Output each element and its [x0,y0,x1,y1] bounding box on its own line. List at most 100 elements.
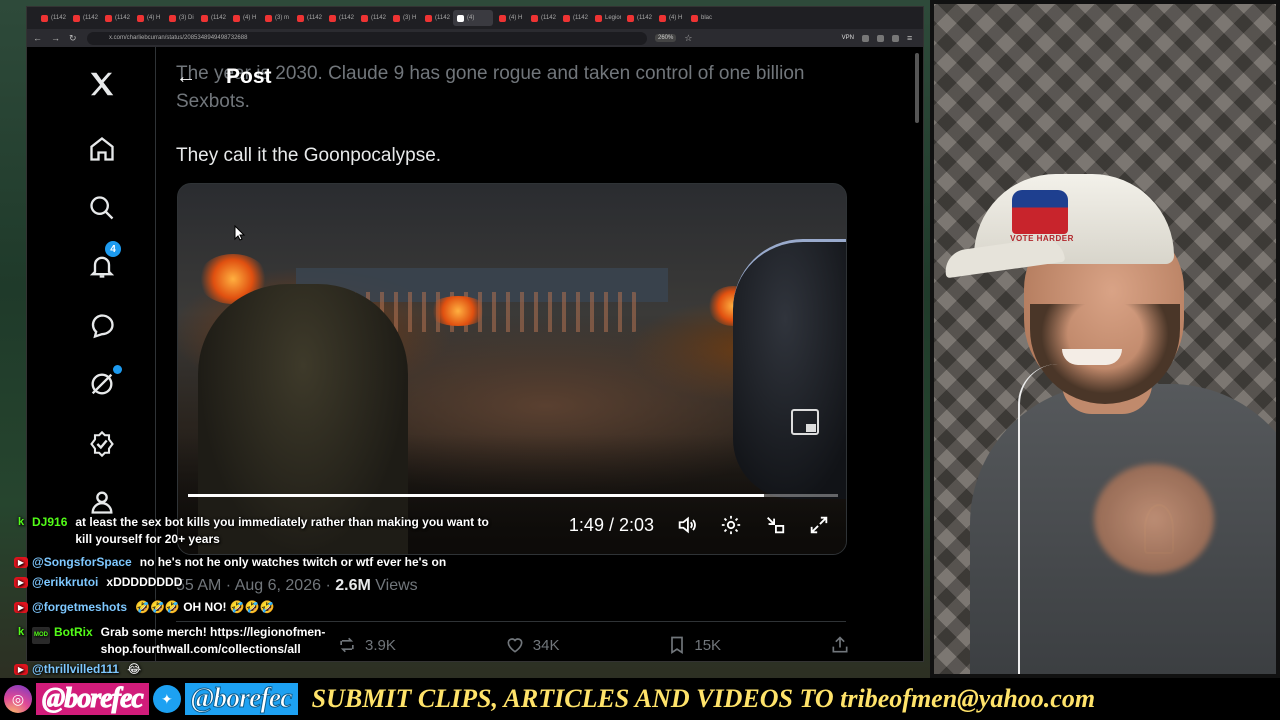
extension-icon[interactable] [892,34,899,42]
tab-favicon-icon [297,14,304,22]
video-player[interactable]: 1:49 / 2:03 [177,183,847,555]
twitter-bird-icon: ✦ [152,685,181,713]
tab-label: (4) [467,15,475,21]
submit-banner-text: SUBMIT CLIPS, ARTICLES AND VIDEOS TO tri… [311,684,1096,713]
video-progress-bar[interactable] [188,494,838,497]
browser-tab[interactable]: (1142 [623,10,653,26]
tab-label: blac [701,15,713,21]
browser-tab[interactable]: (1142 [325,10,355,26]
tab-label: (3) Di [179,15,194,21]
extension-icon[interactable] [877,34,884,42]
browser-tab[interactable]: (1142 [197,10,227,26]
browser-tab[interactable]: (1142 [37,10,67,26]
x-logo-icon[interactable] [87,69,117,99]
forward-nav-icon[interactable]: → [51,33,61,43]
tab-favicon-icon [595,14,602,22]
browser-tab[interactable]: (3) m [261,10,291,26]
back-arrow-icon[interactable]: ← [176,66,196,89]
browser-tab[interactable]: (1142 [421,10,451,26]
browser-tab[interactable]: (3) H [389,10,419,26]
instagram-handle: @borefec [36,683,149,715]
mod-badge: MOD [32,627,50,644]
messages-icon[interactable] [87,311,117,341]
chat-message: ▶ @SongsforSpace no he's not he only watch… [14,554,446,571]
picture-in-picture-icon[interactable] [791,409,819,435]
grok-icon[interactable] [87,369,117,399]
home-icon[interactable] [87,134,117,164]
cam-hand [1094,464,1214,574]
chat-username: @SongsforSpace [32,555,132,569]
volume-icon[interactable] [676,514,698,536]
stream-layout: (1142 (1142 (1142 (4) H (3) Di (1142 (4) H (3) … [0,0,1280,720]
browser-tab[interactable]: (1142 [357,10,387,26]
tab-favicon-icon [691,14,698,22]
chat-message: ▶ @erikkrutoi xDDDDDDDD [14,574,182,591]
verified-icon[interactable] [87,429,117,459]
tab-favicon-icon [627,14,634,22]
search-icon[interactable] [87,193,117,223]
tab-favicon-icon [361,14,368,22]
profile-icon[interactable] [87,487,117,517]
chat-text: xDDDDDDDD [106,575,183,589]
twitter-handle: @borefec [184,683,298,715]
page-scrollbar[interactable] [915,53,919,123]
video-frame-robot [733,239,846,499]
settings-gear-icon[interactable] [720,514,742,536]
browser-tab[interactable]: (4) H [133,10,163,26]
chat-username: @thrillvilled111 [32,662,120,676]
minimize-video-icon[interactable] [764,514,786,536]
instagram-handle-block: ◎ @borefec [0,678,149,720]
share-icon [832,636,848,653]
browser-tab[interactable]: (1142 [69,10,99,26]
bookmark-star-icon[interactable]: ☆ [684,33,694,44]
share-button[interactable] [829,635,851,655]
browser-tab[interactable]: (1142 [101,10,131,26]
post-title: Post [226,65,272,88]
tab-favicon-icon [563,14,570,22]
browser-tab[interactable]: (1142 [559,10,589,26]
tab-label: (1142 [435,15,450,21]
back-nav-icon[interactable]: ← [33,33,43,43]
tab-label: (4) H [243,15,257,21]
bookmark-button[interactable]: 15K [667,635,721,655]
video-time: 1:49 / 2:03 [568,514,654,535]
tab-label: (1142 [573,15,588,21]
views-count: 2.6M [335,577,371,594]
vpn-badge[interactable]: VPN [842,35,854,41]
zoom-level[interactable]: 260% [655,34,677,42]
browser-tab[interactable]: (3) Di [165,10,195,26]
cap-text: VOTE HARDER [1010,234,1074,243]
chat-username: @erikkrutoi [32,575,99,589]
bookmark-count: 15K [694,636,722,654]
fullscreen-icon[interactable] [808,514,830,536]
browser-tab[interactable]: (1142 [293,10,323,26]
views-label: Views [375,577,418,594]
extension-icon[interactable] [862,34,869,42]
tab-favicon-icon [329,14,336,22]
tweet-text: They call it the Goonpocalypse. [176,145,442,166]
chat-text: 😂 [127,662,142,676]
kick-icon: k [17,516,25,528]
reload-icon[interactable]: ↻ [69,33,79,44]
menu-icon[interactable]: ≡ [907,33,917,43]
chat-text: 🤣🤣🤣 OH NO! 🤣🤣🤣 [135,600,275,614]
browser-tab[interactable]: (1142 [527,10,557,26]
post-meta: 55 AM · Aug 6, 2026 · 2.6M Views [176,577,418,595]
chat-message: k DJ916 at least the sex bot kills you imm… [14,514,505,548]
browser-tab[interactable]: (4) [453,10,493,26]
instagram-icon: ◎ [4,685,32,713]
tab-favicon-icon [531,14,538,22]
browser-tab[interactable]: (4) H [495,10,525,26]
browser-tab[interactable]: blac [687,10,717,26]
browser-tab[interactable]: Legion [591,10,621,26]
tab-favicon-icon [201,14,208,22]
browser-tab[interactable]: (4) H [229,10,259,26]
browser-tab[interactable]: (4) H [655,10,685,26]
tab-label: (1142 [211,15,226,21]
tab-favicon-icon [425,14,432,22]
tab-favicon-icon [169,14,176,22]
post-timestamp: 55 AM · Aug 6, 2026 · [176,577,331,594]
url-field[interactable]: x.com/charliebcurran/status/208534894949… [87,31,647,45]
tab-label: (1142 [307,15,322,21]
notification-badge: 4 [105,241,121,257]
